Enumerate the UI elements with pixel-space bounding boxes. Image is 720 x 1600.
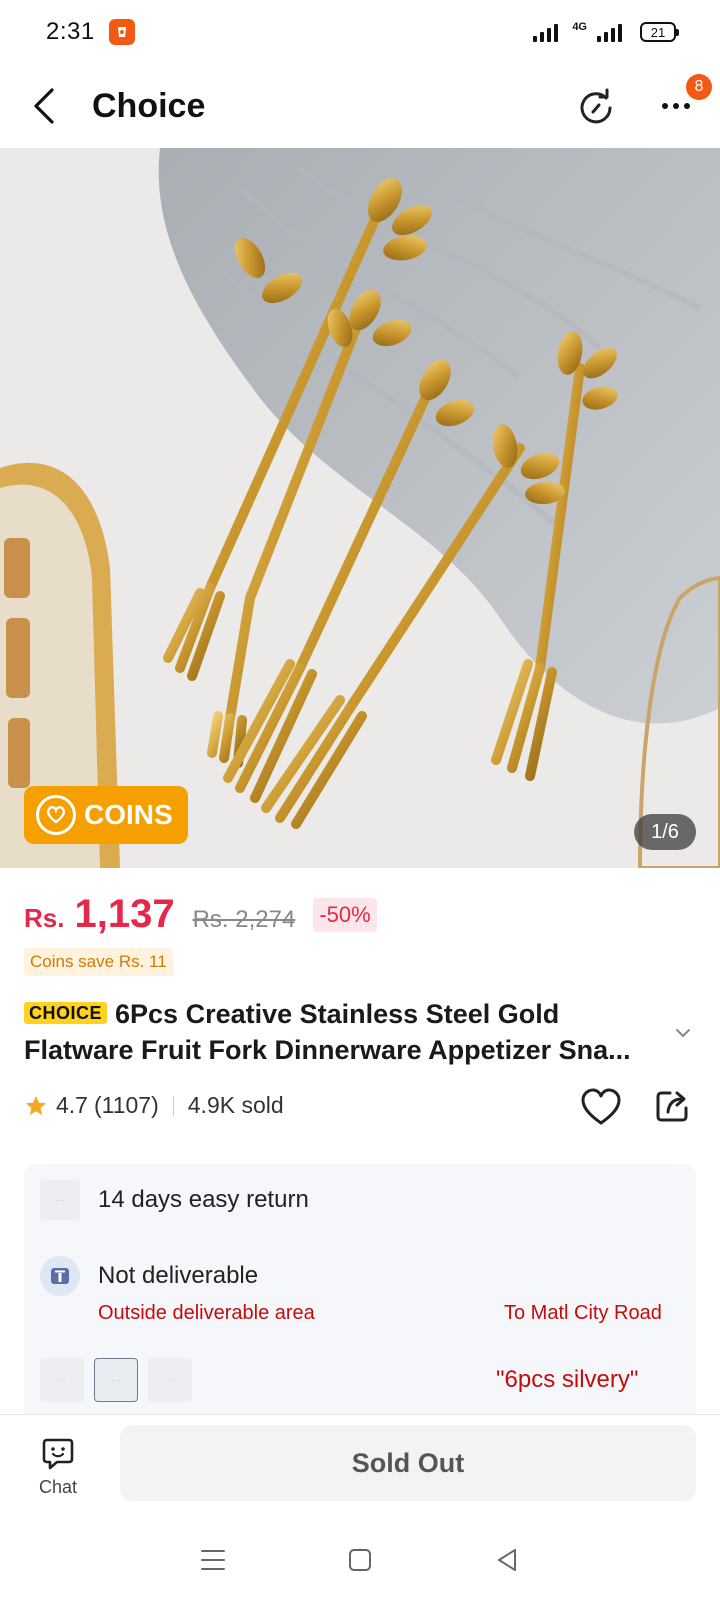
chat-button[interactable]: Chat xyxy=(28,1437,88,1498)
heart-icon[interactable] xyxy=(580,1088,622,1126)
battery-icon: 21 xyxy=(640,22,679,42)
status-bar: 2:31 4G 21 xyxy=(0,0,720,64)
divider xyxy=(172,1095,174,1116)
notification-badge: 8 xyxy=(686,74,712,100)
price-currency: Rs. xyxy=(24,903,65,933)
status-time: 2:31 xyxy=(46,18,95,45)
delivery-destination[interactable]: To Matl City Road xyxy=(504,1302,662,1325)
variant-thumb-3[interactable]: ··· xyxy=(148,1358,192,1402)
sold-out-button[interactable]: Sold Out xyxy=(120,1425,696,1501)
star-icon xyxy=(26,1095,46,1115)
choice-badge: CHOICE xyxy=(24,1002,108,1024)
header: Choice 8 xyxy=(0,64,720,148)
discount-badge: -50% xyxy=(313,897,377,932)
product-title: CHOICE 6Pcs Creative Stainless Steel Gold… xyxy=(24,996,664,1068)
delivery-row[interactable]: Not deliverable xyxy=(40,1256,258,1296)
status-indicators: 4G 21 xyxy=(533,21,679,42)
chat-icon xyxy=(42,1438,74,1470)
variant-thumb-2[interactable]: ··· xyxy=(94,1358,138,1402)
product-image[interactable]: COINS 1/6 xyxy=(0,148,720,868)
product-title-text: 6Pcs Creative Stainless Steel Gold Flatw… xyxy=(24,999,631,1065)
return-policy-row[interactable]: ··· 14 days easy return xyxy=(40,1180,309,1220)
home-icon[interactable] xyxy=(342,1542,378,1578)
back-nav-icon[interactable] xyxy=(489,1542,525,1578)
coin-icon xyxy=(36,795,76,835)
more-icon[interactable]: 8 xyxy=(656,74,712,126)
return-icon: ··· xyxy=(40,1180,80,1220)
delivery-status: Not deliverable xyxy=(98,1262,259,1289)
network-type: 4G xyxy=(572,21,587,33)
signal-icon xyxy=(533,22,559,42)
coins-label: COINS xyxy=(84,799,173,830)
coins-badge: COINS xyxy=(24,786,188,844)
image-counter: 1/6 xyxy=(634,814,696,850)
system-nav-bar xyxy=(0,1520,720,1600)
delivery-warning: Outside deliverable area xyxy=(98,1302,315,1324)
price-original: Rs. 2,274 xyxy=(192,906,296,933)
review-count: (1107) xyxy=(93,1092,159,1118)
info-icon xyxy=(40,1256,80,1296)
selected-variant-label: "6pcs silvery" xyxy=(496,1366,639,1393)
back-icon[interactable] xyxy=(32,84,68,128)
share-icon[interactable] xyxy=(654,1088,690,1124)
rating-value: 4.7 xyxy=(56,1092,88,1118)
menu-icon[interactable] xyxy=(195,1542,231,1578)
sold-count: 4.9K sold xyxy=(187,1092,284,1118)
page-title: Choice xyxy=(92,86,206,125)
return-policy-text: 14 days easy return xyxy=(98,1186,309,1213)
battery-level: 21 xyxy=(650,24,666,40)
price-row: Rs. 1,137 Rs. 2,274 -50% xyxy=(24,892,377,937)
variant-selector: ··· ··· ··· xyxy=(40,1358,192,1402)
app-notification-icon xyxy=(108,19,135,45)
bottom-action-bar: Chat Sold Out xyxy=(0,1414,720,1520)
price-current: 1,137 xyxy=(74,892,175,936)
history-icon[interactable] xyxy=(576,86,616,126)
chat-label: Chat xyxy=(38,1477,78,1497)
rating-row[interactable]: 4.7 (1107) 4.9K sold xyxy=(24,1092,284,1119)
coins-save-tag: Coins save Rs. 11 xyxy=(24,948,173,976)
variant-thumb-1[interactable]: ··· xyxy=(40,1358,84,1402)
chevron-down-icon[interactable] xyxy=(674,1024,692,1042)
signal-icon-2 xyxy=(597,22,622,42)
